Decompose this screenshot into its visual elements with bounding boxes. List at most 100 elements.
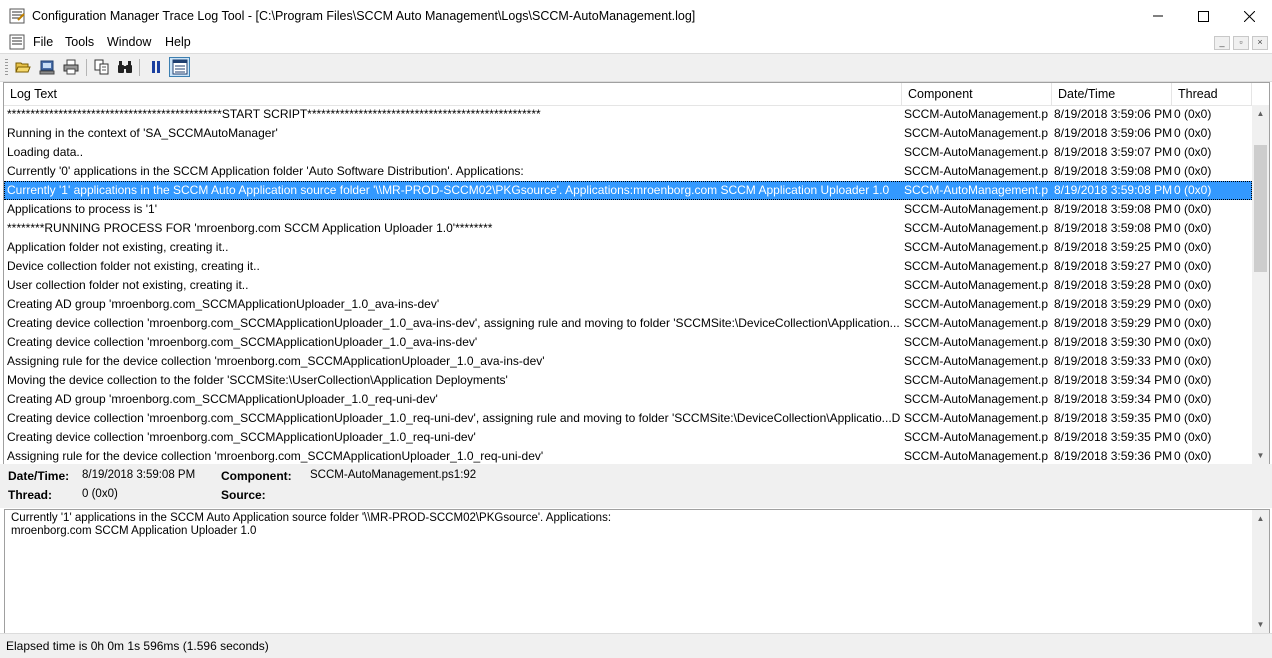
- open-button[interactable]: [12, 57, 33, 77]
- thread-cell: 0 (0x0): [1174, 145, 1212, 159]
- thread-value: 0 (0x0): [82, 488, 118, 500]
- log-text-cell: ****************************************…: [7, 107, 541, 121]
- component-cell: SCCM-AutoManagement.p: [904, 411, 1049, 425]
- pause-button[interactable]: [145, 57, 166, 77]
- log-text-cell: Moving the device collection to the fold…: [7, 373, 508, 387]
- thread-cell: 0 (0x0): [1174, 202, 1212, 216]
- source-label: Source:: [221, 488, 266, 502]
- datetime-cell: 8/19/2018 3:59:29 PM: [1054, 297, 1172, 311]
- table-row[interactable]: ****************************************…: [4, 105, 1252, 124]
- open-on-server-button[interactable]: [36, 57, 57, 77]
- menu-help[interactable]: Help: [165, 35, 191, 49]
- log-text-cell: User collection folder not existing, cre…: [7, 278, 249, 292]
- component-cell: SCCM-AutoManagement.p: [904, 107, 1049, 121]
- toolbar-separator: [139, 59, 140, 76]
- thread-cell: 0 (0x0): [1174, 259, 1212, 273]
- pause-icon: [151, 61, 160, 73]
- find-button[interactable]: [114, 57, 135, 77]
- datetime-cell: 8/19/2018 3:59:36 PM: [1054, 449, 1172, 463]
- table-row[interactable]: Creating AD group 'mroenborg.com_SCCMApp…: [4, 295, 1252, 314]
- column-log-text[interactable]: Log Text: [4, 83, 902, 105]
- table-row[interactable]: User collection folder not existing, cre…: [4, 276, 1252, 295]
- close-button[interactable]: [1226, 0, 1272, 32]
- component-cell: SCCM-AutoManagement.p: [904, 392, 1049, 406]
- message-scrollbar[interactable]: ▲ ▼: [1252, 510, 1269, 633]
- toolbar-separator: [86, 59, 87, 76]
- maximize-icon: [1197, 10, 1209, 22]
- table-row[interactable]: Creating AD group 'mroenborg.com_SCCMApp…: [4, 390, 1252, 409]
- table-row[interactable]: Assigning rule for the device collection…: [4, 352, 1252, 371]
- table-row[interactable]: Currently '0' applications in the SCCM A…: [4, 162, 1252, 181]
- datetime-cell: 8/19/2018 3:59:28 PM: [1054, 278, 1172, 292]
- print-icon: [63, 59, 78, 75]
- child-minimize-button[interactable]: _: [1214, 36, 1230, 50]
- table-row[interactable]: Assigning rule for the device collection…: [4, 447, 1252, 464]
- column-datetime[interactable]: Date/Time: [1052, 83, 1172, 105]
- status-bar: Elapsed time is 0h 0m 1s 596ms (1.596 se…: [0, 633, 1272, 658]
- table-row[interactable]: Running in the context of 'SA_SCCMAutoMa…: [4, 124, 1252, 143]
- toolbar-grip[interactable]: [5, 59, 8, 76]
- table-row[interactable]: Applications to process is '1' SCCM-AutoM…: [4, 200, 1252, 219]
- component-cell: SCCM-AutoManagement.p: [904, 164, 1049, 178]
- column-thread[interactable]: Thread: [1172, 83, 1252, 105]
- log-text-cell: Currently '1' applications in the SCCM A…: [7, 183, 890, 197]
- table-row[interactable]: ********RUNNING PROCESS FOR 'mroenborg.c…: [4, 219, 1252, 238]
- log-list[interactable]: Log Text Component Date/Time Thread ****…: [3, 82, 1270, 465]
- log-text-cell: Creating device collection 'mroenborg.co…: [7, 430, 476, 444]
- table-row[interactable]: Creating device collection 'mroenborg.co…: [4, 314, 1252, 333]
- table-row[interactable]: Creating device collection 'mroenborg.co…: [4, 333, 1252, 352]
- table-row[interactable]: Application folder not existing, creatin…: [4, 238, 1252, 257]
- copy-button[interactable]: [91, 57, 112, 77]
- thread-cell: 0 (0x0): [1174, 278, 1212, 292]
- component-cell: SCCM-AutoManagement.p: [904, 449, 1049, 463]
- open-icon: [14, 62, 31, 73]
- log-text-cell: Creating AD group 'mroenborg.com_SCCMApp…: [7, 392, 438, 406]
- table-row[interactable]: Creating device collection 'mroenborg.co…: [4, 409, 1252, 428]
- show-details-button[interactable]: [169, 57, 190, 77]
- table-row[interactable]: Device collection folder not existing, c…: [4, 257, 1252, 276]
- title-bar: Configuration Manager Trace Log Tool - […: [0, 0, 1272, 32]
- component-cell: SCCM-AutoManagement.p: [904, 430, 1049, 444]
- log-text-cell: Assigning rule for the device collection…: [7, 449, 544, 463]
- maximize-button[interactable]: [1180, 0, 1226, 32]
- column-component[interactable]: Component: [902, 83, 1052, 105]
- menu-tools[interactable]: Tools: [65, 35, 94, 49]
- thread-cell: 0 (0x0): [1174, 297, 1212, 311]
- open-server-icon: [39, 60, 54, 75]
- thread-cell: 0 (0x0): [1174, 430, 1212, 444]
- message-pane[interactable]: Currently '1' applications in the SCCM A…: [4, 509, 1270, 634]
- message-scroll-down-icon[interactable]: ▼: [1252, 616, 1269, 633]
- scroll-thumb[interactable]: [1254, 145, 1267, 272]
- minimize-button[interactable]: [1135, 0, 1181, 32]
- component-cell: SCCM-AutoManagement.p: [904, 335, 1049, 349]
- table-row[interactable]: Creating device collection 'mroenborg.co…: [4, 428, 1252, 447]
- menu-file[interactable]: File: [33, 35, 53, 49]
- log-text-cell: Application folder not existing, creatin…: [7, 240, 229, 254]
- find-icon: [117, 61, 132, 73]
- thread-cell: 0 (0x0): [1174, 449, 1212, 463]
- component-cell: SCCM-AutoManagement.p: [904, 354, 1049, 368]
- thread-cell: 0 (0x0): [1174, 240, 1212, 254]
- component-cell: SCCM-AutoManagement.p: [904, 316, 1049, 330]
- details-icon: [172, 59, 187, 75]
- scroll-up-icon[interactable]: ▲: [1252, 105, 1269, 122]
- datetime-cell: 8/19/2018 3:59:30 PM: [1054, 335, 1172, 349]
- vertical-scrollbar[interactable]: ▲ ▼: [1252, 105, 1269, 464]
- log-text-cell: Applications to process is '1': [7, 202, 157, 216]
- menu-window[interactable]: Window: [107, 35, 151, 49]
- table-row[interactable]: Currently '1' applications in the SCCM A…: [4, 181, 1252, 200]
- datetime-cell: 8/19/2018 3:59:08 PM: [1054, 202, 1172, 216]
- datetime-cell: 8/19/2018 3:59:33 PM: [1054, 354, 1172, 368]
- message-text[interactable]: Currently '1' applications in the SCCM A…: [11, 512, 1241, 538]
- scroll-down-icon[interactable]: ▼: [1252, 447, 1269, 464]
- message-scroll-up-icon[interactable]: ▲: [1252, 510, 1269, 527]
- print-button[interactable]: [60, 57, 81, 77]
- child-restore-button[interactable]: ▫: [1233, 36, 1249, 50]
- copy-icon: [94, 59, 108, 75]
- table-row[interactable]: Moving the device collection to the fold…: [4, 371, 1252, 390]
- datetime-cell: 8/19/2018 3:59:08 PM: [1054, 183, 1172, 197]
- table-row[interactable]: Loading data.. SCCM-AutoManagement.p 8/19/…: [4, 143, 1252, 162]
- child-close-button[interactable]: ×: [1252, 36, 1268, 50]
- datetime-label: Date/Time:: [8, 469, 70, 483]
- log-text-cell: Assigning rule for the device collection…: [7, 354, 545, 368]
